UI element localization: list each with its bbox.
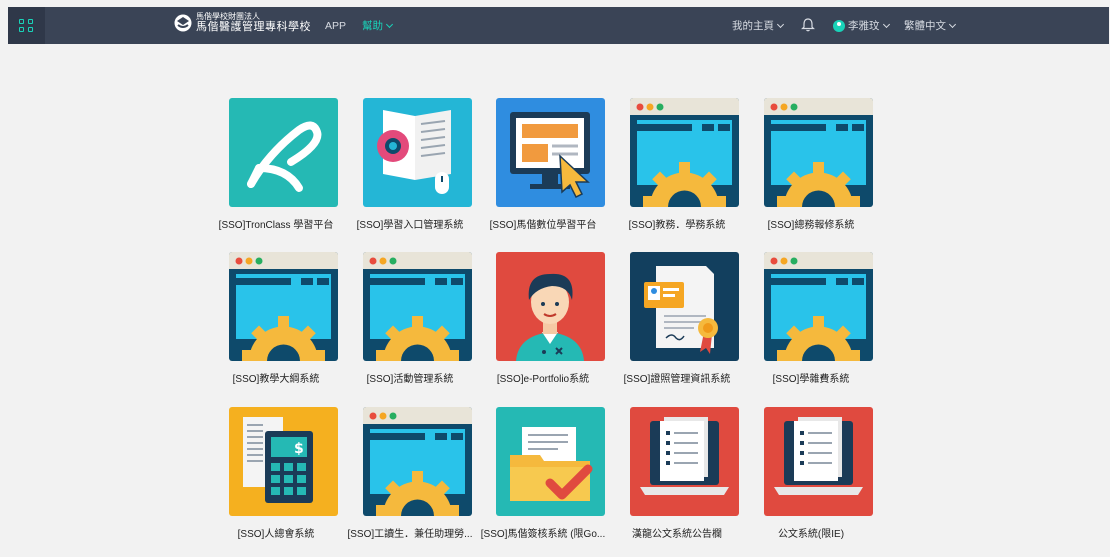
nav-help[interactable]: 幫助 — [362, 7, 394, 44]
document-laptop-icon — [630, 407, 739, 516]
system-gear-icon — [363, 407, 472, 516]
system-gear-icon — [630, 98, 739, 207]
app-tile-student-worker[interactable]: [SSO]工讀生．兼任助理勞... — [343, 407, 477, 557]
chevron-down-icon — [948, 20, 957, 28]
system-gear-icon — [363, 252, 472, 361]
apps-grid-icon — [19, 19, 34, 32]
app-tile-label: [SSO]活動管理系統 — [366, 374, 454, 385]
language-selector[interactable]: 繁體中文 — [904, 7, 957, 44]
system-gear-icon — [764, 252, 873, 361]
chevron-down-icon — [385, 20, 394, 28]
avatar — [833, 19, 845, 32]
tronclass-icon — [229, 98, 338, 207]
app-tile-digital-learning[interactable]: [SSO]馬偕數位學習平台 — [476, 98, 610, 248]
app-tile-document-bulletin[interactable]: 漢龍公文系統公告欄 — [610, 407, 744, 557]
app-tile-general-repair[interactable]: [SSO]總務報修系統 — [744, 98, 878, 248]
app-tile-label: [SSO]e-Portfolio系統 — [496, 374, 590, 385]
user-menu[interactable]: 李雅玟 — [833, 7, 890, 44]
chevron-down-icon — [776, 20, 785, 28]
app-tile-eportfolio[interactable]: [SSO]e-Portfolio系統 — [476, 252, 610, 402]
app-tile-label: [SSO]TronClass 學習平台 — [218, 220, 334, 231]
eportfolio-icon — [496, 252, 605, 361]
chevron-down-icon — [882, 20, 890, 28]
app-tile-tuition[interactable]: [SSO]學雜費系統 — [744, 252, 878, 402]
calculator-icon: $ — [229, 407, 338, 516]
system-gear-icon — [229, 252, 338, 361]
app-tile-syllabus[interactable]: [SSO]教學大綱系統 — [209, 252, 343, 402]
nav-help-label: 幫助 — [362, 20, 383, 32]
language-label: 繁體中文 — [904, 20, 946, 32]
approval-folder-icon — [496, 407, 605, 516]
app-tile-personnel[interactable]: $ [SSO]人總會系統 — [209, 407, 343, 557]
top-navigation-bar: 馬偕學校財團法人 馬偕醫護管理專科學校 APP 幫助 我的主頁 李雅玟 繁體中文 — [8, 7, 1109, 44]
app-tile-document-system[interactable]: 公文系統(限IE) — [744, 407, 878, 557]
app-tile-label: [SSO]總務報修系統 — [767, 220, 855, 231]
app-tile-label: [SSO]證照管理資訊系統 — [623, 374, 731, 385]
school-name: 馬偕醫護管理專科學校 — [196, 21, 311, 33]
app-tile-label: [SSO]馬偕數位學習平台 — [489, 220, 597, 231]
app-tile-approval[interactable]: [SSO]馬偕簽核系統 (限Go... — [476, 407, 610, 557]
apps-menu-button[interactable] — [8, 7, 45, 44]
svg-text:$: $ — [294, 441, 304, 457]
learning-portal-icon — [363, 98, 472, 207]
my-home-menu[interactable]: 我的主頁 — [732, 7, 785, 44]
app-tile-certificate[interactable]: [SSO]證照管理資訊系統 — [610, 252, 744, 402]
app-tile-label: [SSO]學習入口管理系統 — [356, 220, 464, 231]
document-laptop-icon — [764, 407, 873, 516]
user-name: 李雅玟 — [848, 20, 880, 32]
school-foundation-name: 馬偕學校財團法人 — [196, 12, 260, 21]
app-tile-tronclass[interactable]: [SSO]TronClass 學習平台 — [209, 98, 343, 248]
digital-learning-icon — [496, 98, 605, 207]
app-tile-academic-affairs[interactable]: [SSO]教務．學務系統 — [610, 98, 744, 248]
school-logo[interactable]: 馬偕學校財團法人 馬偕醫護管理專科學校 — [174, 13, 311, 33]
notification-bell-icon[interactable] — [801, 18, 815, 32]
school-emblem-icon — [174, 14, 192, 32]
nav-app[interactable]: APP — [325, 7, 346, 44]
app-tile-label: [SSO]教學大綱系統 — [232, 374, 320, 385]
app-tile-label: [SSO]學雜費系統 — [772, 374, 850, 385]
my-home-label: 我的主頁 — [732, 20, 774, 32]
app-tile-learning-portal[interactable]: [SSO]學習入口管理系統 — [343, 98, 477, 248]
nav-app-label: APP — [325, 19, 347, 32]
app-tile-label: [SSO]教務．學務系統 — [628, 220, 726, 231]
system-gear-icon — [764, 98, 873, 207]
app-tile-activity-management[interactable]: [SSO]活動管理系統 — [343, 252, 477, 402]
certificate-icon — [630, 252, 739, 361]
